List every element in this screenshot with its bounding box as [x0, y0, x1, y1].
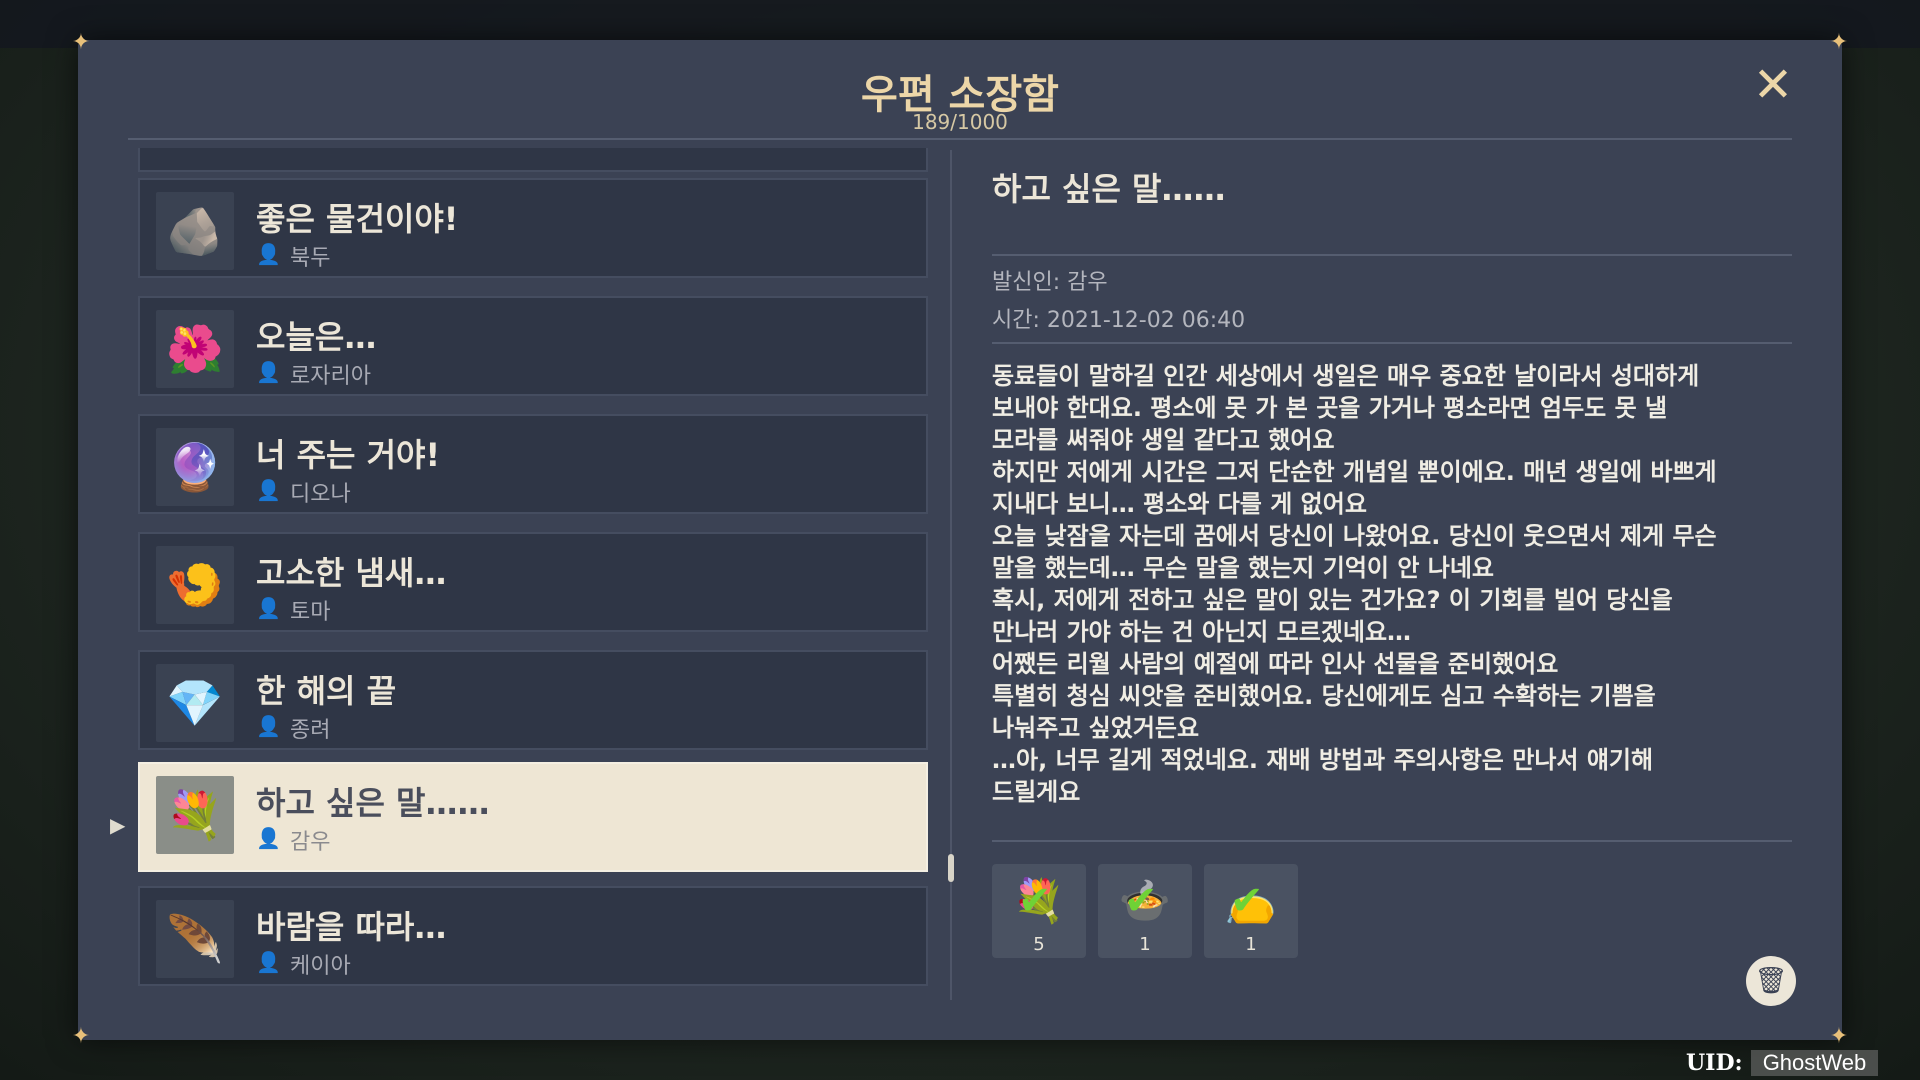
corner-ornament-icon: ✦: [71, 30, 91, 55]
list-item-title: 한 해의 끝: [256, 672, 397, 710]
person-icon: 👤: [256, 596, 281, 620]
mail-body-line: 특별히 청심 씨앗을 준비했어요. 당신에게도 심고 수확하는 기쁨을: [992, 682, 1656, 710]
mail-sender: 발신인: 감우: [992, 270, 1108, 295]
mail-body-line: 하지만 저에게 시간은 그저 단순한 개념일 뿐이에요. 매년 생일에 바쁘게: [992, 458, 1717, 486]
trash-icon: 🗑: [1754, 966, 1788, 996]
white-flower-icon: 💐: [156, 776, 234, 854]
detail-divider: [992, 254, 1792, 256]
dish-icon: 🍤: [156, 546, 234, 624]
mail-body-line: 보내야 한대요. 평소에 못 가 본 곳을 가거나 평소라면 엄두도 못 낼: [992, 394, 1668, 422]
uid-label: UID: GhostWeb: [1686, 1050, 1879, 1076]
list-item-title: 바람을 따라…: [256, 908, 447, 946]
mail-body-line: 나눠주고 싶었거든요: [992, 714, 1200, 742]
list-item-sender: 종려: [290, 718, 331, 743]
mail-count: 189/1000: [912, 110, 1008, 134]
wing-icon: 🪶: [156, 900, 234, 978]
header-divider: [128, 138, 1792, 140]
list-item-title: 하고 싶은 말……: [256, 784, 490, 822]
list-item-title: 오늘은…: [256, 318, 377, 356]
detail-divider: [992, 840, 1792, 842]
mail-body-line: 만나러 가야 하는 건 아닌지 모르겠네요…: [992, 618, 1412, 646]
list-item[interactable]: 💎 한 해의 끝 👤 종려: [138, 650, 928, 750]
mail-detail-title: 하고 싶은 말……: [992, 170, 1226, 208]
checkmark-icon: ✔: [1018, 878, 1052, 924]
list-item-sender: 디오나: [290, 482, 351, 507]
mail-body-line: 모라를 써줘야 생일 같다고 했어요: [992, 426, 1335, 454]
person-icon: 👤: [256, 360, 281, 384]
list-item-title: 고소한 냄새…: [256, 554, 447, 592]
checkmark-icon: ✔: [1230, 878, 1264, 924]
attachment-item[interactable]: 🍲 ✔ 1: [1098, 864, 1192, 958]
list-item-sender: 케이아: [290, 954, 351, 979]
attachment-item[interactable]: 👝 ✔ 1: [1204, 864, 1298, 958]
list-item[interactable]: 🪨 좋은 물건이야! 👤 북두: [138, 178, 928, 278]
list-item-selected[interactable]: 💐 하고 싶은 말…… 👤 감우: [138, 762, 928, 872]
mail-body-line: 혹시, 저에게 전하고 싶은 말이 있는 건가요? 이 기회를 빌어 당신을: [992, 586, 1673, 614]
list-item[interactable]: 🌺 오늘은… 👤 로자리아: [138, 296, 928, 396]
list-item-partial[interactable]: [138, 148, 928, 172]
mail-body-line: …아, 너무 길게 적었네요. 재배 방법과 주의사항은 만나서 얘기해: [992, 746, 1654, 774]
list-item[interactable]: 🪶 바람을 따라… 👤 케이아: [138, 886, 928, 986]
corner-ornament-icon: ✦: [1829, 30, 1849, 55]
list-item-sender: 감우: [290, 830, 331, 855]
mail-body-line: 드릴게요: [992, 778, 1081, 806]
mail-time: 시간: 2021-12-02 06:40: [992, 308, 1246, 333]
person-icon: 👤: [256, 242, 281, 266]
attachment-qty: 5: [1033, 934, 1045, 955]
ore-icon: 🪨: [156, 192, 234, 270]
person-icon: 👤: [256, 714, 281, 738]
uid-prefix: UID:: [1686, 1050, 1743, 1076]
list-item-sender: 토마: [290, 600, 331, 625]
attachment-qty: 1: [1245, 934, 1257, 955]
close-button[interactable]: ✕: [1748, 60, 1798, 110]
red-flower-icon: 🌺: [156, 310, 234, 388]
person-icon: 👤: [256, 950, 281, 974]
mail-body-line: 말을 했는데… 무슨 말을 했는지 기억이 안 나네요: [992, 554, 1495, 582]
scrollbar-thumb[interactable]: [948, 854, 954, 882]
corner-ornament-icon: ✦: [1829, 1024, 1849, 1049]
detail-divider: [992, 342, 1792, 344]
corner-ornament-icon: ✦: [71, 1024, 91, 1049]
orb-icon: 🔮: [156, 428, 234, 506]
person-icon: 👤: [256, 478, 281, 502]
mail-body-line: 어쨌든 리월 사람의 예절에 따라 인사 선물을 준비했어요: [992, 650, 1559, 678]
attachment-item[interactable]: 💐 ✔ 5: [992, 864, 1086, 958]
attachment-qty: 1: [1139, 934, 1151, 955]
mail-body-line: 동료들이 말하길 인간 세상에서 생일은 매우 중요한 날이라서 성대하게: [992, 362, 1700, 390]
selection-arrow-icon: ▶: [110, 813, 126, 837]
delete-button[interactable]: 🗑: [1746, 956, 1796, 1006]
checkmark-icon: ✔: [1124, 878, 1158, 924]
uid-value: GhostWeb: [1750, 1050, 1879, 1076]
close-icon: ✕: [1752, 57, 1794, 113]
person-icon: 👤: [256, 826, 281, 850]
crystal-icon: 💎: [156, 664, 234, 742]
list-item-sender: 북두: [290, 246, 331, 271]
mail-body: 동료들이 말하길 인간 세상에서 생일은 매우 중요한 날이라서 성대하게 보내…: [992, 360, 1792, 808]
list-item-title: 좋은 물건이야!: [256, 200, 459, 238]
mail-body-line: 지내다 보니… 평소와 다를 게 없어요: [992, 490, 1367, 518]
mail-panel: ✦ ✦ ✦ ✦ 우편 소장함 189/1000 ✕ ▶ 🪨 좋은 물건이야! 👤…: [72, 30, 1848, 1049]
list-item[interactable]: 🍤 고소한 냄새… 👤 토마: [138, 532, 928, 632]
mail-list-scrollbar[interactable]: [948, 150, 954, 1000]
list-item[interactable]: 🔮 너 주는 거야! 👤 디오나: [138, 414, 928, 514]
list-item-sender: 로자리아: [290, 364, 371, 389]
mail-list: 🪨 좋은 물건이야! 👤 북두 🌺 오늘은… 👤 로자리아 🔮 너 주는 거야!…: [138, 148, 938, 1008]
list-item-title: 너 주는 거야!: [256, 436, 441, 474]
mail-body-line: 오늘 낮잠을 자는데 꿈에서 당신이 나왔어요. 당신이 웃으면서 제게 무슨: [992, 522, 1717, 550]
